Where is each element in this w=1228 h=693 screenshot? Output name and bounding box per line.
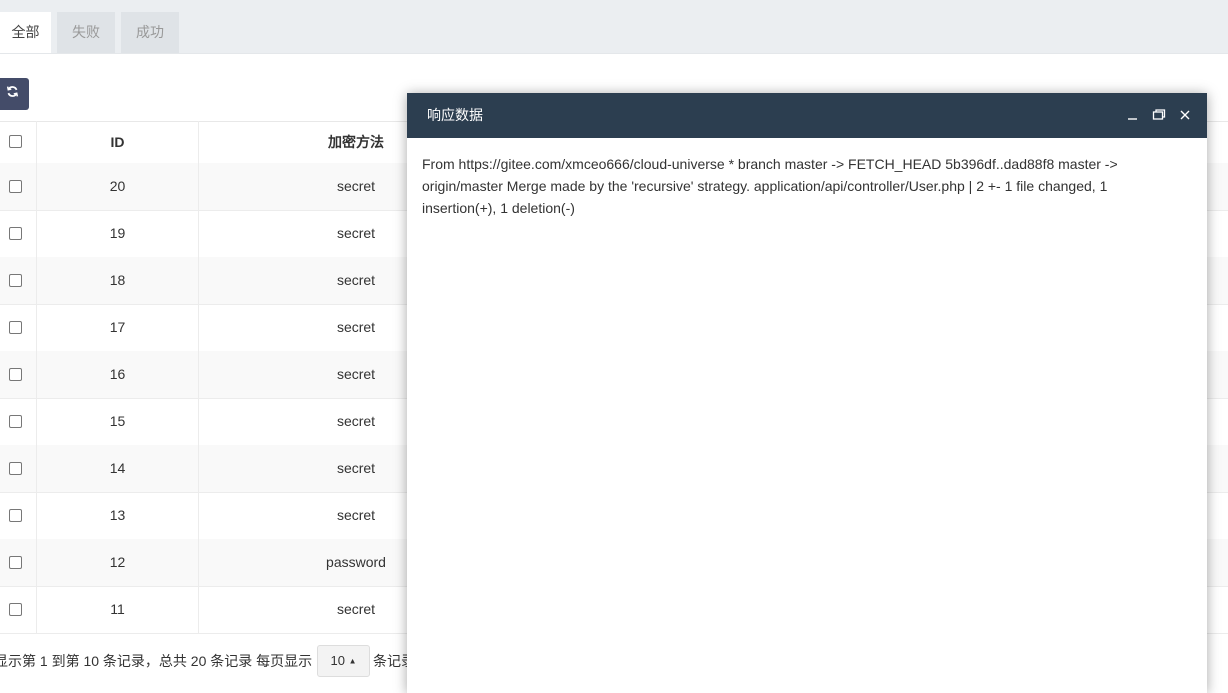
cell-id: 17 bbox=[109, 319, 126, 335]
row-checkbox[interactable] bbox=[9, 603, 22, 616]
row-checkbox-cell bbox=[0, 210, 36, 257]
cell-id: 14 bbox=[109, 460, 126, 476]
cell-id: 18 bbox=[109, 272, 126, 288]
cell-id: 19 bbox=[109, 225, 126, 241]
tab-success[interactable]: 成功 bbox=[121, 12, 179, 53]
cell-id: 16 bbox=[109, 366, 126, 382]
refresh-button[interactable] bbox=[0, 78, 29, 110]
tab-all[interactable]: 全部 bbox=[0, 12, 51, 53]
cell-id: 11 bbox=[110, 601, 125, 617]
row-checkbox-cell bbox=[0, 586, 36, 633]
maximize-icon[interactable] bbox=[1151, 107, 1167, 123]
row-checkbox-cell bbox=[0, 163, 36, 210]
cell-id: 20 bbox=[109, 178, 126, 194]
row-checkbox-cell bbox=[0, 539, 36, 586]
row-checkbox-cell bbox=[0, 398, 36, 445]
row-checkbox[interactable] bbox=[9, 227, 22, 240]
row-checkbox-cell bbox=[0, 304, 36, 351]
modal-body-text: From https://gitee.com/xmceo666/cloud-un… bbox=[422, 156, 1118, 216]
page-size-select[interactable]: 10 ▲ bbox=[317, 645, 370, 677]
row-checkbox[interactable] bbox=[9, 509, 22, 522]
tab-failed[interactable]: 失败 bbox=[57, 12, 115, 53]
column-header-id[interactable]: ID bbox=[37, 122, 198, 163]
cell-id: 12 bbox=[109, 554, 126, 570]
caret-up-icon: ▲ bbox=[348, 656, 357, 666]
row-checkbox[interactable] bbox=[9, 415, 22, 428]
select-all-checkbox[interactable] bbox=[9, 135, 22, 148]
row-checkbox-cell bbox=[0, 445, 36, 492]
row-checkbox[interactable] bbox=[9, 368, 22, 381]
close-icon[interactable] bbox=[1177, 107, 1193, 123]
column-divider bbox=[198, 121, 199, 633]
row-checkbox[interactable] bbox=[9, 462, 22, 475]
refresh-icon bbox=[6, 85, 19, 103]
cell-id: 15 bbox=[109, 413, 126, 429]
row-checkbox-cell bbox=[0, 351, 36, 398]
row-checkbox[interactable] bbox=[9, 321, 22, 334]
row-checkbox[interactable] bbox=[9, 274, 22, 287]
column-divider bbox=[36, 121, 37, 633]
response-data-modal: 响应数据 From https://gitee.com/xmceo666/clo… bbox=[407, 93, 1207, 693]
cell-id: 13 bbox=[109, 507, 126, 523]
modal-title: 响应数据 bbox=[427, 107, 483, 123]
page-size-value: 10 bbox=[330, 653, 345, 668]
tab-bar: 全部 失败 成功 bbox=[0, 0, 1228, 54]
row-checkbox[interactable] bbox=[9, 556, 22, 569]
modal-header[interactable]: 响应数据 bbox=[407, 93, 1207, 138]
row-checkbox[interactable] bbox=[9, 180, 22, 193]
row-checkbox-cell bbox=[0, 257, 36, 304]
row-checkbox-cell bbox=[0, 492, 36, 539]
minimize-icon[interactable] bbox=[1125, 107, 1141, 123]
header-checkbox-cell bbox=[0, 122, 36, 163]
pagination-summary: 显示第 1 到第 10 条记录，总共 20 条记录 每页显示 bbox=[0, 653, 313, 669]
